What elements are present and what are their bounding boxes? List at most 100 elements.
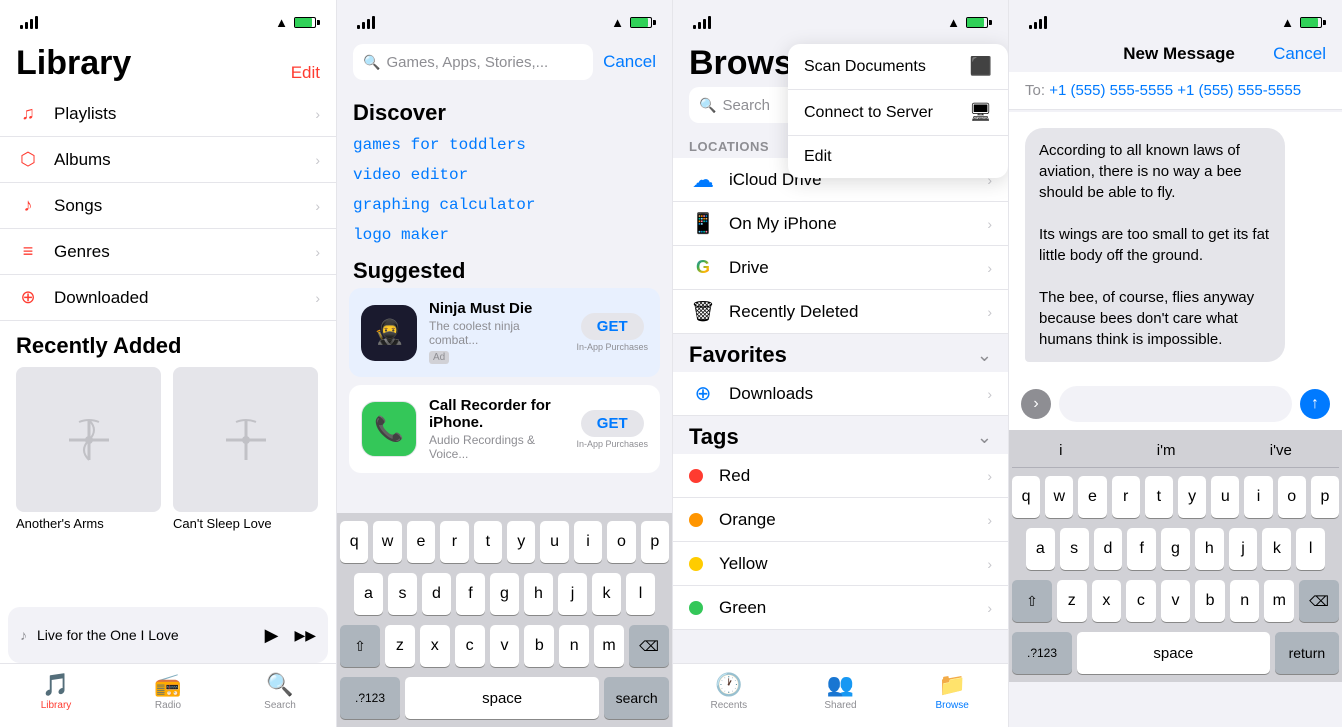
msg-key-l[interactable]: l [1296, 528, 1325, 570]
msg-key-i[interactable]: i [1244, 476, 1272, 518]
msg-key-a[interactable]: a [1026, 528, 1055, 570]
msg-key-c[interactable]: c [1126, 580, 1156, 622]
msg-space-key[interactable]: space [1077, 632, 1270, 674]
album-card-1[interactable]: Another's Arms [16, 367, 161, 531]
get-button-1[interactable]: GET [581, 410, 644, 437]
scan-documents-item[interactable]: Scan Documents ⬛ [788, 44, 1008, 90]
autocomplete-im[interactable]: i'm [1157, 442, 1176, 459]
files-item-iphone[interactable]: 📱 On My iPhone › [673, 202, 1008, 246]
msg-key-f[interactable]: f [1127, 528, 1156, 570]
key-h[interactable]: h [524, 573, 553, 615]
album-card-2[interactable]: Can't Sleep Love [173, 367, 318, 531]
app-card-0[interactable]: 🥷 Ninja Must Die The coolest ninja comba… [349, 288, 660, 377]
expand-button[interactable]: › [1021, 389, 1051, 419]
library-item-albums[interactable]: ⬡ Albums › [0, 137, 336, 183]
tags-collapse-icon[interactable]: ⌄ [977, 427, 992, 448]
key-e[interactable]: e [407, 521, 435, 563]
msg-key-e[interactable]: e [1078, 476, 1106, 518]
msg-key-q[interactable]: q [1012, 476, 1040, 518]
msg-number-key[interactable]: .?123 [1012, 632, 1072, 674]
backspace-key[interactable]: ⌫ [629, 625, 669, 667]
msg-key-o[interactable]: o [1278, 476, 1306, 518]
files-nav-browse[interactable]: 📁 Browse [896, 672, 1008, 711]
key-b[interactable]: b [524, 625, 554, 667]
number-key[interactable]: .?123 [340, 677, 400, 719]
key-r[interactable]: r [440, 521, 468, 563]
key-a[interactable]: a [354, 573, 383, 615]
key-m[interactable]: m [594, 625, 624, 667]
key-u[interactable]: u [540, 521, 568, 563]
get-button-0[interactable]: GET [581, 313, 644, 340]
msg-key-u[interactable]: u [1211, 476, 1239, 518]
msg-key-h[interactable]: h [1195, 528, 1224, 570]
key-z[interactable]: z [385, 625, 415, 667]
favorites-header[interactable]: Favorites ⌄ [673, 334, 1008, 372]
key-i[interactable]: i [574, 521, 602, 563]
files-item-yellow[interactable]: Yellow › [673, 542, 1008, 586]
library-item-downloaded[interactable]: ⊕ Downloaded › [0, 275, 336, 321]
key-y[interactable]: y [507, 521, 535, 563]
files-nav-recents[interactable]: 🕐 Recents [673, 672, 785, 711]
files-nav-shared[interactable]: 👥 Shared [785, 672, 897, 711]
autocomplete-i[interactable]: i [1059, 442, 1062, 459]
discover-item-3[interactable]: logo maker [337, 220, 672, 250]
msg-key-t[interactable]: t [1145, 476, 1173, 518]
key-f[interactable]: f [456, 573, 485, 615]
key-v[interactable]: v [490, 625, 520, 667]
library-item-playlists[interactable]: ♫ Playlists › [0, 91, 336, 137]
now-playing-bar[interactable]: ♪ Live for the One I Love ▶ ▶▶ [8, 607, 328, 663]
key-d[interactable]: d [422, 573, 451, 615]
msg-key-b[interactable]: b [1195, 580, 1225, 622]
files-item-green[interactable]: Green › [673, 586, 1008, 630]
key-l[interactable]: l [626, 573, 655, 615]
msg-key-j[interactable]: j [1229, 528, 1258, 570]
nav-radio[interactable]: 📻 Radio [112, 672, 224, 711]
key-g[interactable]: g [490, 573, 519, 615]
msg-key-n[interactable]: n [1230, 580, 1260, 622]
connect-to-server-item[interactable]: Connect to Server 🖥 [788, 90, 1008, 136]
msg-key-g[interactable]: g [1161, 528, 1190, 570]
files-item-recently-deleted[interactable]: 🗑 Recently Deleted › [673, 290, 1008, 334]
search-cancel-button[interactable]: Cancel [603, 52, 656, 72]
key-s[interactable]: s [388, 573, 417, 615]
favorites-collapse-icon[interactable]: ⌄ [977, 345, 992, 366]
msg-return-key[interactable]: return [1275, 632, 1339, 674]
discover-item-2[interactable]: graphing calculator [337, 190, 672, 220]
msg-shift-key[interactable]: ⇧ [1012, 580, 1052, 622]
msg-backspace-key[interactable]: ⌫ [1299, 580, 1339, 622]
key-n[interactable]: n [559, 625, 589, 667]
key-p[interactable]: p [641, 521, 669, 563]
shift-key[interactable]: ⇧ [340, 625, 380, 667]
msg-key-x[interactable]: x [1092, 580, 1122, 622]
msg-key-r[interactable]: r [1112, 476, 1140, 518]
play-button[interactable]: ▶ [265, 625, 279, 646]
key-o[interactable]: o [607, 521, 635, 563]
key-q[interactable]: q [340, 521, 368, 563]
msg-key-k[interactable]: k [1262, 528, 1291, 570]
files-item-orange[interactable]: Orange › [673, 498, 1008, 542]
library-edit-button[interactable]: Edit [291, 63, 320, 83]
msg-key-p[interactable]: p [1311, 476, 1339, 518]
message-input-field[interactable] [1059, 386, 1292, 422]
app-card-1[interactable]: 📞 Call Recorder for iPhone. Audio Record… [349, 385, 660, 473]
files-item-downloads[interactable]: ⊕ Downloads › [673, 372, 1008, 416]
to-number[interactable]: +1 (555) 555-5555 [1049, 82, 1173, 99]
key-c[interactable]: c [455, 625, 485, 667]
key-w[interactable]: w [373, 521, 401, 563]
msg-key-w[interactable]: w [1045, 476, 1073, 518]
tags-header[interactable]: Tags ⌄ [673, 416, 1008, 454]
files-item-drive[interactable]: G Drive › [673, 246, 1008, 290]
files-item-red[interactable]: Red › [673, 454, 1008, 498]
space-key[interactable]: space [405, 677, 599, 719]
messages-cancel-button[interactable]: Cancel [1273, 44, 1326, 64]
key-t[interactable]: t [474, 521, 502, 563]
discover-item-1[interactable]: video editor [337, 160, 672, 190]
msg-key-y[interactable]: y [1178, 476, 1206, 518]
key-k[interactable]: k [592, 573, 621, 615]
library-item-genres[interactable]: ≡ Genres › [0, 229, 336, 275]
search-input-wrap[interactable]: 🔍 Games, Apps, Stories,... [353, 44, 593, 80]
msg-key-d[interactable]: d [1094, 528, 1123, 570]
fast-forward-button[interactable]: ▶▶ [294, 627, 316, 644]
msg-key-v[interactable]: v [1161, 580, 1191, 622]
key-j[interactable]: j [558, 573, 587, 615]
